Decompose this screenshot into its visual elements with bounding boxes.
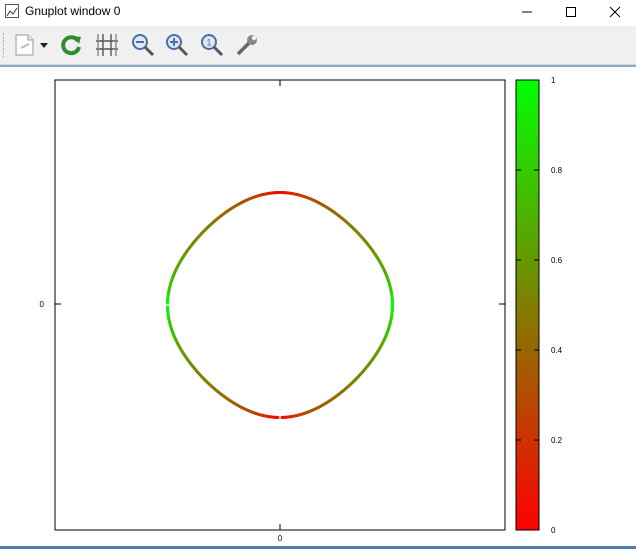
maximize-button[interactable] (548, 0, 594, 24)
contour-plot: 0 0 0 0.2 0.4 0.6 0.8 1 (0, 67, 636, 549)
contour-segment (352, 227, 353, 228)
unzoom-button[interactable]: 1 (199, 32, 225, 58)
contour-segment (356, 231, 357, 232)
contour-segment (354, 229, 355, 230)
contour-segment (378, 259, 379, 260)
contour-segment (192, 365, 193, 366)
colorbar (516, 80, 539, 530)
zoom-reset-icon: 1 (199, 32, 225, 58)
plot-canvas[interactable]: 0 0 0 0.2 0.4 0.6 0.8 1 (0, 67, 636, 549)
contour-segment (384, 270, 385, 272)
colorbar-tick-label: 0.6 (551, 256, 563, 265)
contour-segment (190, 363, 191, 364)
replot-button[interactable] (58, 32, 84, 58)
toolbar: 1 (0, 26, 636, 65)
contour-segment (374, 253, 375, 254)
colorbar-tick-label: 0.4 (551, 346, 563, 355)
gnuplot-app-icon (5, 4, 19, 18)
colorbar-tick-label: 0.2 (551, 436, 563, 445)
x-tick-label: 0 (278, 534, 283, 543)
zoom-next-button[interactable] (164, 32, 190, 58)
grid-icon (94, 32, 120, 58)
contour-segment (186, 357, 187, 358)
colorbar-tick-label: 0.8 (551, 166, 563, 175)
colorbar-tick-label: 0 (551, 526, 556, 535)
contour-segment (388, 281, 389, 283)
contour-segment (372, 250, 373, 252)
wrench-icon (234, 32, 260, 58)
refresh-icon (58, 32, 84, 58)
contour-segment (358, 233, 359, 234)
contour-segment (219, 392, 220, 393)
colorbar-tick-label: 1 (551, 76, 556, 85)
window-title: Gnuplot window 0 (25, 4, 120, 18)
contour-segment (380, 263, 381, 265)
title-bar: Gnuplot window 0 (0, 0, 636, 24)
zoom-out-icon (130, 32, 156, 58)
close-button[interactable] (592, 0, 636, 24)
y-tick-label: 0 (40, 300, 45, 309)
minimize-button[interactable] (504, 0, 550, 24)
document-icon (12, 32, 38, 58)
zoom-previous-button[interactable] (130, 32, 156, 58)
contour-segment (184, 354, 185, 356)
copy-print-button[interactable] (12, 32, 38, 58)
triangle-down-icon (38, 32, 50, 58)
options-button[interactable] (234, 32, 260, 58)
contour-segment (368, 245, 369, 246)
svg-text:1: 1 (207, 38, 212, 48)
toolbar-grip (3, 33, 7, 57)
contour-segment (182, 351, 183, 352)
dropdown-arrow-button[interactable] (38, 32, 50, 58)
zoom-in-icon (164, 32, 190, 58)
contour-segment (382, 266, 383, 268)
grid-button[interactable] (94, 32, 120, 58)
plot-frame (55, 80, 505, 530)
